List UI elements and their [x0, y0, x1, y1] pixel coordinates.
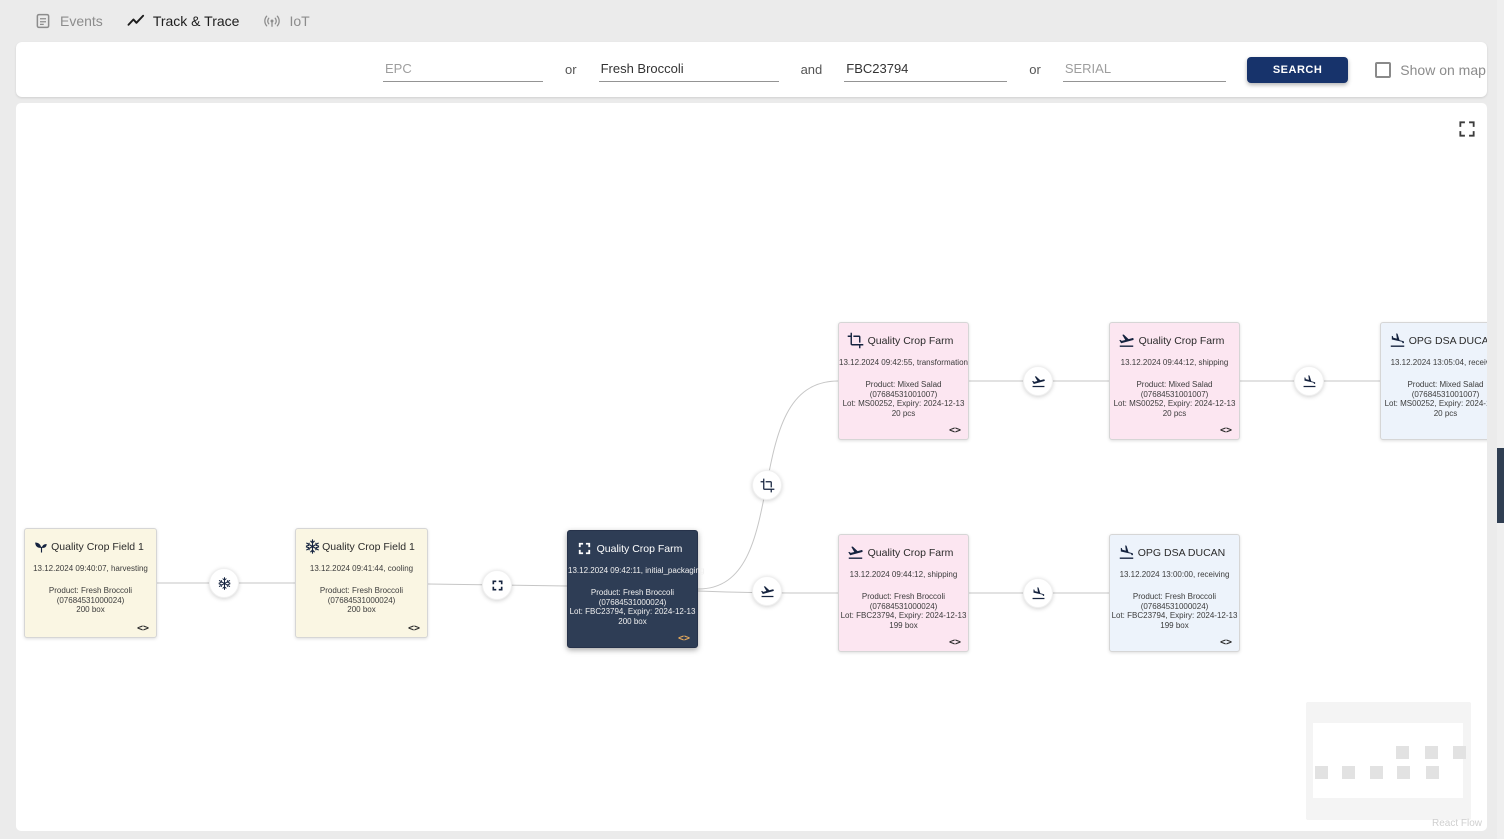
- node-details: Product: Mixed Salad(07684531001007)Lot:…: [1110, 380, 1239, 418]
- edge-icon-plane-landing[interactable]: [1294, 366, 1324, 396]
- epc-input[interactable]: [383, 58, 543, 82]
- tab-events[interactable]: Events: [34, 12, 103, 30]
- node-title: Quality Crop Farm: [1125, 335, 1225, 347]
- node-details: Product: Mixed Salad(07684531001007)Lot:…: [1381, 380, 1487, 418]
- plane-takeoff-icon: [847, 544, 864, 561]
- flow-edges: [16, 103, 1487, 831]
- node-title: Quality Crop Farm: [854, 335, 954, 347]
- flow-minimap[interactable]: [1306, 702, 1471, 820]
- minimap-node: [1426, 766, 1439, 779]
- flow-node-shipping-broccoli[interactable]: Quality Crop Farm 13.12.2024 09:44:12, s…: [838, 534, 969, 652]
- minimap-node: [1425, 746, 1438, 759]
- node-details: Product: Mixed Salad(07684531001007)Lot:…: [839, 380, 968, 418]
- iot-broadcast-icon: [263, 12, 281, 30]
- flow-node-shipping-salad[interactable]: Quality Crop Farm 13.12.2024 09:44:12, s…: [1109, 322, 1240, 440]
- minimap-node: [1342, 766, 1355, 779]
- product-input[interactable]: [599, 58, 779, 82]
- node-title: OPG DSA DUCAN: [1395, 335, 1487, 347]
- node-timestamp: 13.12.2024 09:40:07, harvesting: [25, 564, 156, 573]
- flow-node-initial-packaging[interactable]: Quality Crop Farm 13.12.2024 09:42:11, i…: [567, 530, 698, 648]
- vertical-scrollbar: [1497, 0, 1504, 839]
- edge-icon-plane-takeoff[interactable]: [1023, 366, 1053, 396]
- tab-track-trace-label: Track & Trace: [153, 13, 240, 29]
- node-title: OPG DSA DUCAN: [1124, 547, 1226, 559]
- tab-track-and-trace[interactable]: Track & Trace: [127, 12, 240, 30]
- plane-landing-icon: [1118, 544, 1135, 561]
- edge-icon-cooling-snowflake[interactable]: [209, 568, 239, 598]
- minimap-node: [1396, 746, 1409, 759]
- lot-input[interactable]: [844, 58, 1007, 82]
- flow-node-receiving-salad[interactable]: OPG DSA DUCAN 13.12.2024 13:05:04, recei…: [1380, 322, 1487, 440]
- node-details: Product: Fresh Broccoli(07684531000024)2…: [296, 586, 427, 615]
- edge-icon-packaging[interactable]: [482, 570, 512, 600]
- node-timestamp: 13.12.2024 13:00:00, receiving: [1110, 570, 1239, 579]
- flow-node-receiving-broccoli[interactable]: OPG DSA DUCAN 13.12.2024 13:00:00, recei…: [1109, 534, 1240, 652]
- scrollbar-thumb[interactable]: [1497, 448, 1504, 523]
- minimap-viewport: [1313, 723, 1463, 798]
- tab-events-label: Events: [60, 13, 103, 29]
- node-timestamp: 13.12.2024 09:42:11, initial_packaging: [568, 566, 697, 575]
- code-icon[interactable]: <>: [408, 623, 420, 634]
- node-timestamp: 13.12.2024 09:41:44, cooling: [296, 564, 427, 573]
- connector-or-2: or: [1029, 62, 1041, 77]
- plane-takeoff-icon: [1118, 332, 1135, 349]
- code-icon[interactable]: <>: [949, 637, 961, 648]
- fullscreen-icon[interactable]: [1457, 119, 1477, 139]
- tab-iot[interactable]: IoT: [263, 12, 309, 30]
- code-icon[interactable]: <>: [137, 623, 149, 634]
- flow-node-harvesting[interactable]: Quality Crop Field 1 13.12.2024 09:40:07…: [24, 528, 157, 638]
- code-icon[interactable]: <>: [1220, 425, 1232, 436]
- edge-icon-transformation-crop[interactable]: [752, 470, 782, 500]
- node-title: Quality Crop Farm: [583, 543, 683, 555]
- snowflake-icon: [304, 538, 321, 555]
- track-trace-zigzag-icon: [127, 12, 145, 30]
- plane-landing-icon: [1389, 332, 1406, 349]
- minimap-node: [1397, 766, 1410, 779]
- node-timestamp: 13.12.2024 09:44:12, shipping: [839, 570, 968, 579]
- flow-node-transformation[interactable]: Quality Crop Farm 13.12.2024 09:42:55, t…: [838, 322, 969, 440]
- sprout-harvest-icon: [33, 538, 50, 555]
- node-details: Product: Fresh Broccoli(07684531000024)L…: [839, 592, 968, 630]
- node-title: Quality Crop Farm: [854, 547, 954, 559]
- node-timestamp: 13.12.2024 13:05:04, receiving: [1381, 358, 1487, 367]
- minimap-node: [1453, 746, 1466, 759]
- connector-or-1: or: [565, 62, 577, 77]
- serial-input[interactable]: [1063, 58, 1226, 82]
- node-title: Quality Crop Field 1: [37, 541, 144, 553]
- show-on-map-label: Show on map: [1400, 62, 1486, 78]
- events-calendar-icon: [34, 12, 52, 30]
- node-title: Quality Crop Field 1: [308, 541, 415, 553]
- search-panel: or and or SEARCH Show on map: [16, 42, 1487, 97]
- package-corners-icon: [576, 540, 593, 557]
- node-timestamp: 13.12.2024 09:44:12, shipping: [1110, 358, 1239, 367]
- edge-icon-plane-landing-2[interactable]: [1023, 578, 1053, 608]
- node-details: Product: Fresh Broccoli(07684531000024)L…: [1110, 592, 1239, 630]
- node-timestamp: 13.12.2024 09:42:55, transformation: [839, 358, 968, 367]
- react-flow-attribution[interactable]: React Flow: [1432, 818, 1482, 829]
- tab-iot-label: IoT: [289, 13, 309, 29]
- node-details: Product: Fresh Broccoli(07684531000024)L…: [568, 588, 697, 626]
- minimap-node: [1370, 766, 1383, 779]
- minimap-node: [1315, 766, 1328, 779]
- search-button[interactable]: SEARCH: [1247, 57, 1348, 83]
- crop-transform-icon: [847, 332, 864, 349]
- flow-canvas[interactable]: Quality Crop Field 1 13.12.2024 09:40:07…: [16, 103, 1487, 831]
- show-on-map-toggle[interactable]: Show on map: [1375, 62, 1486, 78]
- show-on-map-checkbox[interactable]: [1375, 62, 1391, 78]
- connector-and: and: [801, 62, 823, 77]
- node-details: Product: Fresh Broccoli(07684531000024)2…: [25, 586, 156, 615]
- code-icon[interactable]: <>: [1220, 637, 1232, 648]
- code-icon[interactable]: <>: [678, 633, 690, 644]
- edge-icon-plane-takeoff-2[interactable]: [752, 576, 782, 606]
- flow-node-cooling[interactable]: Quality Crop Field 1 13.12.2024 09:41:44…: [295, 528, 428, 638]
- code-icon[interactable]: <>: [949, 425, 961, 436]
- top-navigation: Events Track & Trace IoT: [0, 0, 1504, 42]
